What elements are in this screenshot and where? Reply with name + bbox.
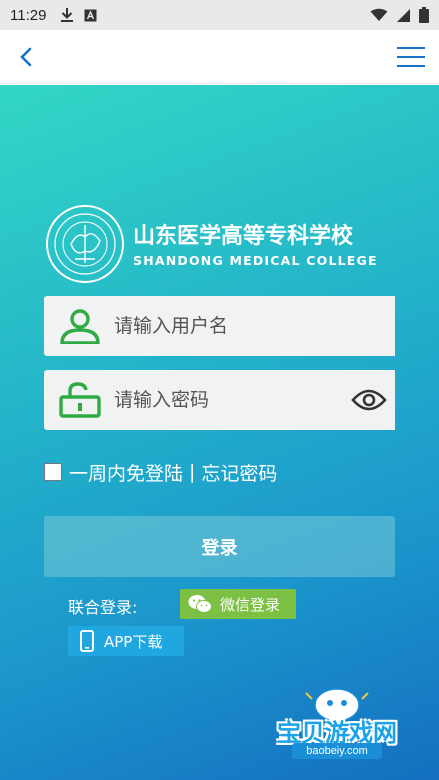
username-field [44,296,395,356]
password-field [44,370,395,430]
battery-icon [419,7,429,23]
phone-icon [80,630,94,652]
password-input[interactable] [114,384,334,416]
eye-icon[interactable] [351,388,387,412]
wechat-login-button[interactable]: 微信登录 [180,589,296,619]
wifi-icon [370,8,388,21]
logo-title-cn: 山东医学高等专科学校 [133,223,354,249]
login-button[interactable]: 登录 [44,516,395,577]
remember-row: 一周内免登陆 | 忘记密码 [44,459,277,485]
login-panel: 山东医学高等专科学校 SHANDONG MEDICAL COLLEGE 一周内免… [0,85,439,780]
user-icon [60,309,100,344]
logo-title-en: SHANDONG MEDICAL COLLEGE [133,253,378,268]
remember-checkbox[interactable] [44,463,62,481]
download-icon [61,8,74,22]
wechat-icon [188,595,212,613]
college-logo: 山东医学高等专科学校 SHANDONG MEDICAL COLLEGE [46,205,378,283]
app-download-button[interactable]: APP下载 [68,626,184,656]
signal-icon [397,8,410,22]
separator: | [189,461,196,483]
chevron-left-icon[interactable] [14,44,40,70]
lock-icon [59,382,101,418]
status-time: 11:29 [10,6,47,24]
hamburger-menu-icon[interactable] [397,44,425,70]
forgot-password-link[interactable]: 忘记密码 [201,459,277,486]
watermark: 宝贝游戏网 baobeiy.com [262,685,412,777]
remember-label[interactable]: 一周内免登陆 [69,459,183,486]
app-download-label: APP下载 [104,632,163,651]
union-login-label: 联合登录: [68,598,138,617]
username-input[interactable] [114,310,334,342]
status-bar: 11:29 [0,0,439,30]
watermark-url: baobeiy.com [292,743,382,759]
wechat-login-label: 微信登录 [220,595,281,614]
a-badge-icon [84,9,97,21]
app-bar [0,30,439,84]
